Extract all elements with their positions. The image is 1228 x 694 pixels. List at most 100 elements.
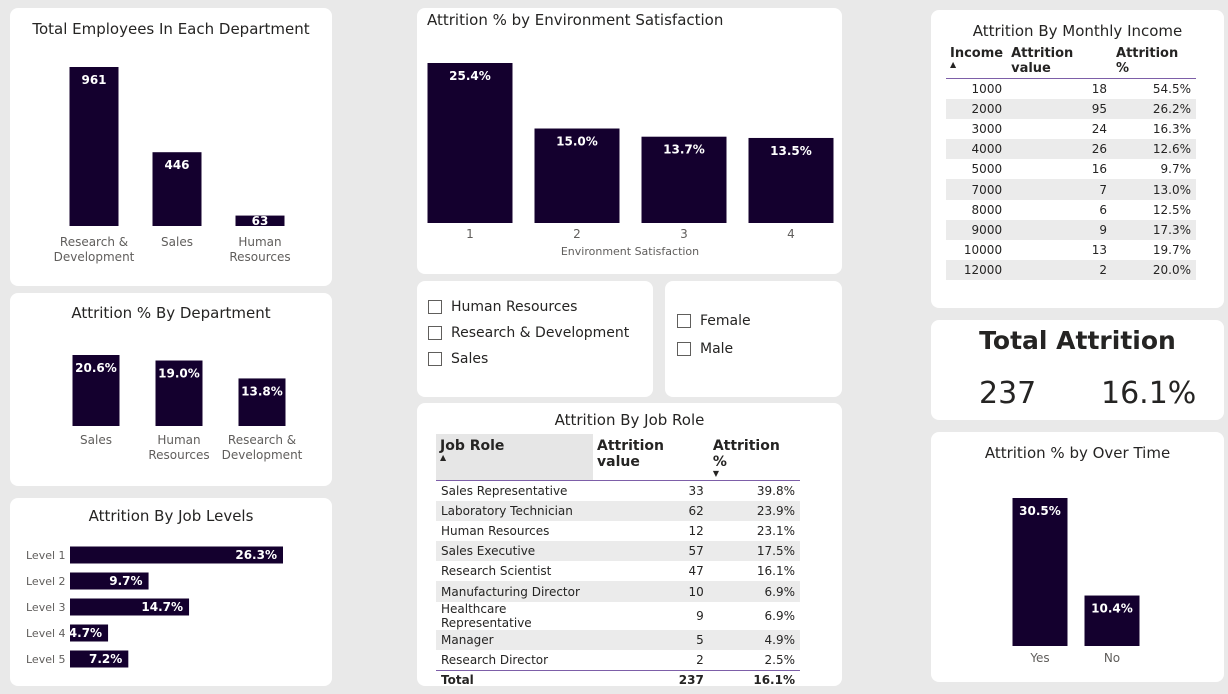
total-attrition-card[interactable]: Total Attrition 237 16.1% (931, 320, 1224, 420)
bar-0 (69, 67, 119, 226)
job-levels-card[interactable]: Attrition By Job Levels 26.3% Level 1 9.7%… (10, 498, 332, 686)
table-cell: 24 (1091, 121, 1108, 136)
data-label-1: 19.0% (158, 367, 200, 381)
data-label-0: 961 (81, 73, 106, 87)
table-cell: 95 (1007, 98, 1113, 119)
job-role-attr-value-header[interactable]: Attrition value (593, 434, 709, 481)
table-row[interactable]: Laboratory Technician 62 23.9% (436, 500, 800, 521)
bar-0 (427, 63, 513, 223)
table-cell: 20.0% (1112, 260, 1196, 281)
table-cell: Healthcare Representative (441, 601, 532, 630)
slicer-option-female[interactable]: Female (677, 313, 751, 329)
data-label-0: 25.4% (449, 69, 491, 83)
slicer-option-research-development[interactable]: Research & Development (428, 325, 629, 341)
table-row[interactable]: 7000 7 13.0% (946, 179, 1196, 200)
data-label-1: 10.4% (1091, 602, 1133, 616)
gender-slicer[interactable]: Female Male (665, 281, 842, 397)
table-row[interactable]: 8000 6 12.5% (946, 200, 1196, 220)
monthly-income-card[interactable]: Attrition By Monthly Income Income ▲ Att… (931, 10, 1224, 308)
slicer-option-human-resources[interactable]: Human Resources (428, 299, 577, 315)
data-label-0: 26.3% (235, 548, 277, 562)
table-cell: 16 (1091, 162, 1108, 177)
job-role-attr-pct-header[interactable]: Attrition % ▼ (709, 434, 800, 481)
table-row[interactable]: 2000 95 26.2% (946, 98, 1196, 119)
category-label-2: Resources (229, 250, 290, 264)
data-label-1: 446 (164, 158, 189, 172)
category-label-2: Development (222, 448, 303, 462)
slicer-option-label: Human Resources (451, 299, 578, 315)
category-label-2: Research & (228, 433, 296, 447)
data-label-3: 13.5% (770, 144, 812, 158)
income-attr-pct-header[interactable]: Attrition % (1112, 44, 1196, 79)
checkbox-icon[interactable] (428, 352, 442, 366)
table-cell: 12000 (946, 260, 1008, 281)
dept-employees-card[interactable]: Total Employees In Each Department 961 Re… (10, 8, 332, 286)
env-satisfaction-chart[interactable]: 25.4% 1 15.0% 2 13.7% 3 13.5% 4 Environment Sati… (417, 8, 842, 274)
checkbox-icon[interactable] (677, 314, 691, 328)
monthly-income-table[interactable]: Income ▲ Attrition value Attrition % 100… (946, 44, 1196, 281)
table-cell: 13.0% (1112, 179, 1196, 200)
slicer-option-male[interactable]: Male (677, 341, 733, 357)
data-label-2: 13.8% (241, 384, 283, 398)
job-role-table[interactable]: Job Role ▲ Attrition value Attrition % ▼… (436, 434, 800, 686)
table-row[interactable]: Research Director 2 2.5% (436, 650, 800, 670)
table-cell: Research Director (441, 652, 549, 667)
table-row[interactable]: Human Resources 12 23.1% (436, 521, 800, 541)
table-cell: 6 (1099, 202, 1108, 217)
table-row[interactable]: Manufacturing Director 10 6.9% (436, 581, 800, 602)
job-role-card[interactable]: Attrition By Job Role Job Role ▲ Attriti… (417, 403, 842, 686)
checkbox-icon[interactable] (677, 342, 691, 356)
table-row[interactable]: 1000 18 54.5% (946, 79, 1196, 99)
bar-0 (1012, 498, 1068, 646)
table-cell: Manufacturing Director (436, 581, 593, 602)
table-row[interactable]: Manager 5 4.9% (436, 629, 800, 650)
category-label-2: Human (238, 235, 281, 249)
dept-attrition-chart[interactable]: 20.6% Sales 19.0% HumanResources 13.8% Resear… (10, 293, 332, 486)
table-row[interactable]: Sales Representative 33 39.8% (436, 481, 800, 501)
slicer-option-label: Research & Development (451, 325, 630, 341)
table-row[interactable]: 10000 13 19.7% (946, 240, 1196, 260)
income-attr-value-header[interactable]: Attrition value (1007, 44, 1112, 79)
job-role-col-header[interactable]: Job Role ▲ (436, 434, 593, 481)
table-row[interactable]: 5000 16 9.7% (946, 159, 1196, 179)
income-col-label: Income (950, 46, 1004, 61)
table-cell: 26 (1007, 139, 1113, 160)
job-role-col-label: Job Role (440, 438, 505, 454)
over-time-card[interactable]: Attrition % by Over Time 30.5% Yes 10.4% No (931, 432, 1224, 682)
table-cell: 2.5% (764, 652, 796, 667)
table-row[interactable]: 12000 2 20.0% (946, 260, 1196, 281)
table-cell: 57 (593, 541, 709, 562)
table-row[interactable]: Research Scientist 47 16.1% (436, 561, 800, 581)
over-time-chart[interactable]: 30.5% Yes 10.4% No (931, 432, 1224, 682)
env-satisfaction-card[interactable]: Attrition % by Environment Satisfaction … (417, 8, 842, 274)
table-row[interactable]: 3000 24 16.3% (946, 119, 1196, 139)
category-label-3: 4 (787, 227, 795, 241)
category-label-1: 2 (573, 227, 581, 241)
total-attrition-count: 237 (979, 376, 1037, 411)
table-cell: 16.3% (1152, 121, 1191, 136)
dept-attrition-card[interactable]: Attrition % By Department 20.6% Sales 19.0… (10, 293, 332, 486)
category-label-0: 1 (466, 227, 474, 241)
table-cell: 23.1% (756, 523, 795, 538)
category-label-1: Human (157, 433, 200, 447)
job-levels-chart[interactable]: 26.3% Level 1 9.7% Level 2 14.7% Level 34.7%L… (10, 498, 332, 686)
income-col-header[interactable]: Income ▲ (946, 44, 1007, 79)
checkbox-icon[interactable] (428, 300, 442, 314)
table-row[interactable]: 4000 26 12.6% (946, 139, 1196, 160)
category-label-0: Level 1 (26, 549, 66, 562)
data-label-3: 4.7% (69, 626, 102, 640)
department-slicer[interactable]: Human Resources Research & Development S… (417, 281, 653, 397)
category-label-2: 3 (680, 227, 688, 241)
category-label-3: Level 4 (26, 627, 66, 640)
total-value: 237 (678, 673, 704, 686)
table-row[interactable]: 9000 9 17.3% (946, 219, 1196, 240)
checkbox-icon[interactable] (428, 326, 442, 340)
table-row[interactable]: Sales Executive 57 17.5% (436, 541, 800, 562)
table-row[interactable]: Healthcare Representative 9 6.9% (436, 602, 800, 630)
table-cell: 26.2% (1112, 98, 1196, 119)
slicer-option-sales[interactable]: Sales (428, 351, 488, 367)
table-cell: 6.9% (708, 581, 800, 602)
data-label-1: 15.0% (556, 135, 598, 149)
dept-employees-chart[interactable]: 961 Research &Development 446 Sales 63 HumanR… (10, 8, 332, 286)
category-label-2: Level 3 (26, 601, 66, 614)
